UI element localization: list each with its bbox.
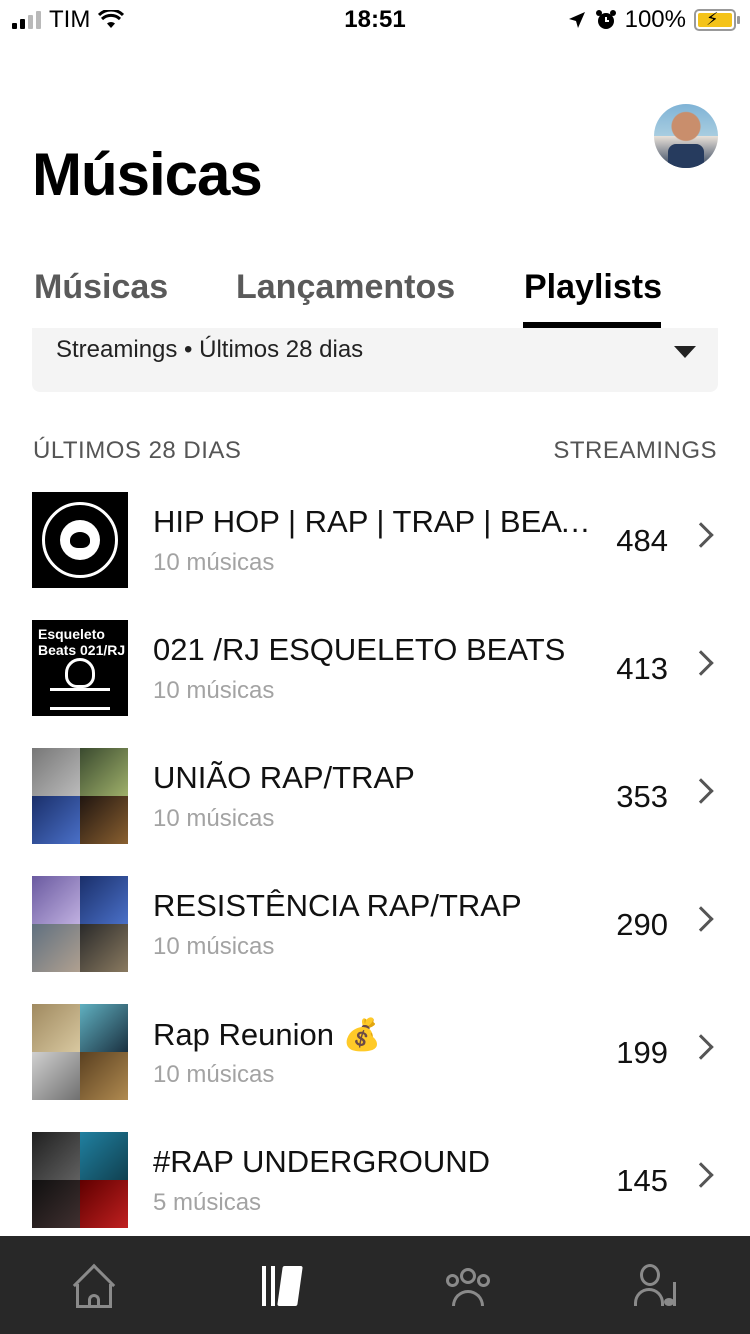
playlist-streams: 290	[616, 907, 668, 942]
tab-lancamentos[interactable]: Lançamentos	[236, 268, 455, 307]
chevron-right-icon	[688, 1162, 714, 1188]
filter-label: Streamings • Últimos 28 dias	[56, 336, 364, 363]
playlist-streams: 484	[616, 523, 668, 558]
playlist-cover	[32, 1132, 128, 1228]
playlist-title: HIP HOP | RAP | TRAP | BEATS	[153, 504, 593, 539]
tab-bar: Músicas Lançamentos Playlists	[32, 268, 722, 328]
audience-icon[interactable]	[444, 1262, 492, 1310]
playlist-streams: 145	[616, 1163, 668, 1198]
playlist-track-count: 10 músicas	[153, 933, 275, 960]
profile-avatar[interactable]	[654, 104, 718, 168]
caret-down-icon	[674, 346, 696, 358]
playlist-title: Rap Reunion 💰	[153, 1017, 382, 1052]
playlist-cover	[32, 876, 128, 972]
playlist-streams: 413	[616, 651, 668, 686]
playlist-row[interactable]: HIP HOP | RAP | TRAP | BEATS 10 músicas …	[32, 492, 718, 588]
playlist-cover	[32, 492, 128, 588]
playlist-streams: 353	[616, 779, 668, 814]
playlist-track-count: 10 músicas	[153, 549, 275, 576]
playlist-row[interactable]: RESISTÊNCIA RAP/TRAP 10 músicas 290	[32, 876, 718, 972]
playlist-title: RESISTÊNCIA RAP/TRAP	[153, 888, 522, 923]
tab-playlists[interactable]: Playlists	[524, 268, 662, 307]
battery-percent: 100%	[624, 6, 686, 33]
playlist-track-count: 10 músicas	[153, 805, 275, 832]
page-title: Músicas	[32, 141, 263, 208]
profile-icon[interactable]	[632, 1262, 680, 1310]
chevron-right-icon	[688, 1034, 714, 1060]
playlist-row[interactable]: UNIÃO RAP/TRAP 10 músicas 353	[32, 748, 718, 844]
alarm-icon	[595, 10, 616, 29]
chevron-right-icon	[688, 906, 714, 932]
bottom-nav	[0, 1236, 750, 1334]
playlist-row[interactable]: Rap Reunion 💰 10 músicas 199	[32, 1004, 718, 1100]
location-icon	[568, 12, 585, 28]
status-bar: TIM 18:51 100% ⚡	[0, 0, 750, 44]
home-icon[interactable]	[70, 1262, 118, 1310]
playlist-track-count: 10 músicas	[153, 677, 275, 704]
playlist-row[interactable]: #RAP UNDERGROUND 5 músicas 145	[32, 1132, 718, 1228]
streams-header: STREAMINGS	[553, 437, 717, 464]
tab-musicas[interactable]: Músicas	[34, 268, 168, 307]
cover-text: Esqueleto Beats 021/RJ	[38, 626, 126, 658]
chevron-right-icon	[688, 650, 714, 676]
chevron-right-icon	[688, 522, 714, 548]
chevron-right-icon	[688, 778, 714, 804]
playlist-row[interactable]: Esqueleto Beats 021/RJ 021 /RJ ESQUELETO…	[32, 620, 718, 716]
playlist-streams: 199	[616, 1035, 668, 1070]
period-header: ÚLTIMOS 28 DIAS	[33, 437, 242, 464]
playlist-track-count: 10 músicas	[153, 1061, 275, 1088]
status-right: 100% ⚡	[567, 6, 740, 34]
library-icon[interactable]	[260, 1262, 308, 1310]
playlist-cover: Esqueleto Beats 021/RJ	[32, 620, 128, 716]
playlist-cover	[32, 748, 128, 844]
playlist-track-count: 5 músicas	[153, 1189, 262, 1216]
filter-dropdown[interactable]: Streamings • Últimos 28 dias	[32, 328, 718, 392]
playlist-title: #RAP UNDERGROUND	[153, 1144, 491, 1179]
battery-icon: ⚡	[694, 9, 740, 31]
playlist-title: 021 /RJ ESQUELETO BEATS	[153, 632, 566, 667]
playlist-cover	[32, 1004, 128, 1100]
playlist-title: UNIÃO RAP/TRAP	[153, 760, 415, 795]
